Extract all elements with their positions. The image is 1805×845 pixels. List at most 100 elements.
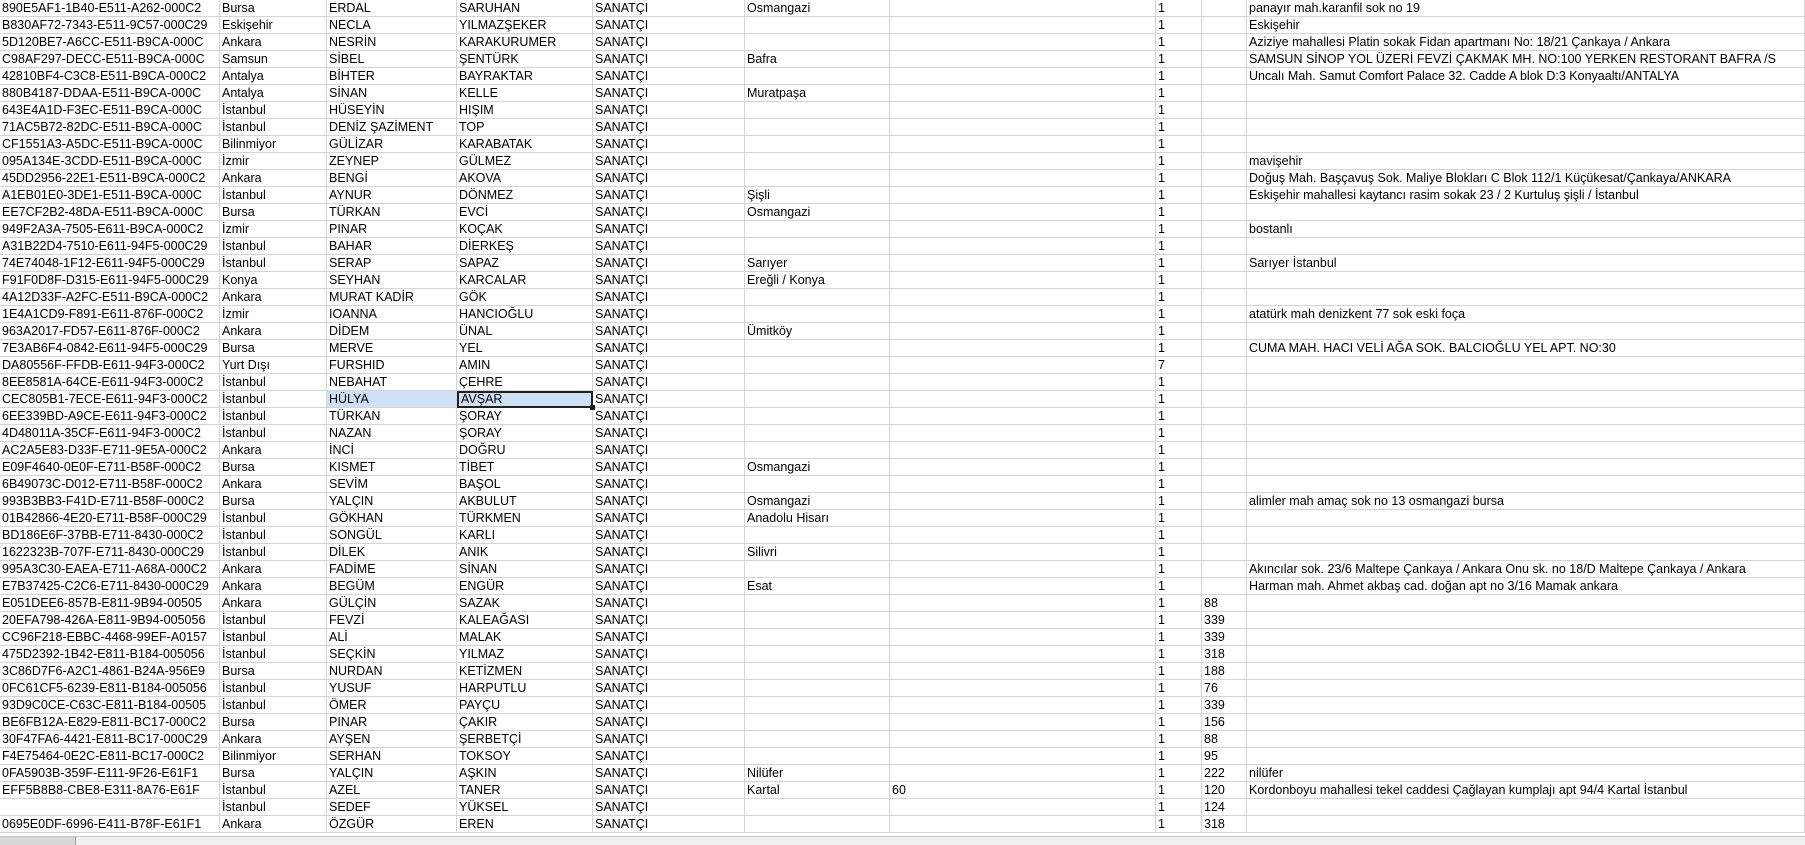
table-row[interactable]: 4D48011A-35CF-E611-94F3-000C2 İstanbul NAZ…	[0, 425, 1805, 442]
cell-count[interactable]: 1	[1156, 153, 1202, 170]
table-row[interactable]: AC2A5E83-D33F-E711-9E5A-000C2 Ankara İNCİ D…	[0, 442, 1805, 459]
cell-id[interactable]: A1EB01E0-3DE1-E511-B9CA-000C	[0, 187, 220, 204]
cell-code[interactable]	[890, 374, 1156, 391]
cell-number[interactable]	[1202, 272, 1247, 289]
cell-number[interactable]	[1202, 510, 1247, 527]
cell-first-name[interactable]: MURAT KADİR	[327, 289, 457, 306]
cell-number[interactable]: 88	[1202, 595, 1247, 612]
cell-profession[interactable]: SANATÇI	[593, 765, 745, 782]
cell-number[interactable]	[1202, 255, 1247, 272]
table-row[interactable]: 095A134E-3CDD-E511-B9CA-000C İzmir ZEYNEP G…	[0, 153, 1805, 170]
cell-id[interactable]: 995A3C30-EAEA-E711-A68A-000C2	[0, 561, 220, 578]
cell-count[interactable]: 1	[1156, 340, 1202, 357]
cell-number[interactable]: 222	[1202, 765, 1247, 782]
cell-district[interactable]	[745, 748, 890, 765]
cell-count[interactable]: 1	[1156, 170, 1202, 187]
cell-profession[interactable]: SANATÇI	[593, 595, 745, 612]
cell-first-name[interactable]: TÜRKAN	[327, 408, 457, 425]
cell-last-name[interactable]: TOP	[457, 119, 593, 136]
cell-profession[interactable]: SANATÇI	[593, 85, 745, 102]
cell-grid[interactable]: 890E5AF1-1B40-E511-A262-000C2 Bursa ERDAL S…	[0, 0, 1805, 833]
cell-last-name[interactable]: TOKSOY	[457, 748, 593, 765]
cell-district[interactable]	[745, 170, 890, 187]
cell-code[interactable]	[890, 612, 1156, 629]
cell-profession[interactable]: SANATÇI	[593, 255, 745, 272]
table-row[interactable]: 1622323B-707F-E711-8430-000C29 İstanbul Dİ…	[0, 544, 1805, 561]
cell-first-name[interactable]: FADİME	[327, 561, 457, 578]
cell-last-name[interactable]: ANIK	[457, 544, 593, 561]
cell-profession[interactable]: SANATÇI	[593, 221, 745, 238]
cell-district[interactable]	[745, 476, 890, 493]
table-row[interactable]: 42810BF4-C3C8-E511-B9CA-000C2 Antalya BİHT…	[0, 68, 1805, 85]
cell-address[interactable]	[1247, 680, 1805, 697]
cell-count[interactable]: 1	[1156, 51, 1202, 68]
table-row[interactable]: 8EE8581A-64CE-E611-94F3-000C2 İstanbul NEB…	[0, 374, 1805, 391]
cell-address[interactable]: Uncalı Mah. Samut Comfort Palace 32. Cad…	[1247, 68, 1805, 85]
table-row[interactable]: 4A12D33F-A2FC-E511-B9CA-000C2 Ankara MURAT…	[0, 289, 1805, 306]
cell-last-name[interactable]: AŞKIN	[457, 765, 593, 782]
cell-address[interactable]	[1247, 425, 1805, 442]
cell-profession[interactable]: SANATÇI	[593, 102, 745, 119]
cell-first-name[interactable]: NESRİN	[327, 34, 457, 51]
cell-count[interactable]: 1	[1156, 578, 1202, 595]
cell-code[interactable]	[890, 153, 1156, 170]
cell-first-name[interactable]: BENGİ	[327, 170, 457, 187]
cell-district[interactable]	[745, 17, 890, 34]
cell-district[interactable]: Ümitköy	[745, 323, 890, 340]
cell-last-name[interactable]: YEL	[457, 340, 593, 357]
cell-profession[interactable]: SANATÇI	[593, 816, 745, 833]
cell-id[interactable]: EE7CF2B2-48DA-E511-B9CA-000C	[0, 204, 220, 221]
cell-profession[interactable]: SANATÇI	[593, 731, 745, 748]
table-row[interactable]: 643E4A1D-F3EC-E511-B9CA-000C İstanbul HÜSE…	[0, 102, 1805, 119]
cell-district[interactable]	[745, 119, 890, 136]
cell-profession[interactable]: SANATÇI	[593, 612, 745, 629]
cell-district[interactable]: Osmangazi	[745, 204, 890, 221]
cell-last-name[interactable]: ŞORAY	[457, 408, 593, 425]
cell-profession[interactable]: SANATÇI	[593, 238, 745, 255]
cell-code[interactable]	[890, 476, 1156, 493]
cell-code[interactable]	[890, 714, 1156, 731]
cell-number[interactable]	[1202, 459, 1247, 476]
cell-first-name[interactable]: YUSUF	[327, 680, 457, 697]
cell-code[interactable]	[890, 561, 1156, 578]
cell-district[interactable]	[745, 612, 890, 629]
cell-id[interactable]: B830AF72-7343-E511-9C57-000C29	[0, 17, 220, 34]
cell-city[interactable]: Samsun	[220, 51, 327, 68]
cell-profession[interactable]: SANATÇI	[593, 51, 745, 68]
cell-profession[interactable]: SANATÇI	[593, 646, 745, 663]
cell-number[interactable]: 339	[1202, 629, 1247, 646]
cell-district[interactable]	[745, 289, 890, 306]
cell-city[interactable]: İstanbul	[220, 680, 327, 697]
cell-last-name[interactable]: HARPUTLU	[457, 680, 593, 697]
cell-code[interactable]	[890, 68, 1156, 85]
cell-first-name[interactable]: PINAR	[327, 714, 457, 731]
cell-address[interactable]	[1247, 714, 1805, 731]
cell-count[interactable]: 1	[1156, 85, 1202, 102]
cell-profession[interactable]: SANATÇI	[593, 663, 745, 680]
cell-last-name[interactable]: SAPAZ	[457, 255, 593, 272]
cell-district[interactable]	[745, 442, 890, 459]
cell-district[interactable]	[745, 697, 890, 714]
table-row[interactable]: 0FA5903B-359F-E111-9F26-E61F1 Bursa YALÇIN…	[0, 765, 1805, 782]
cell-first-name[interactable]: SEÇKİN	[327, 646, 457, 663]
cell-count[interactable]: 1	[1156, 748, 1202, 765]
cell-count[interactable]: 1	[1156, 272, 1202, 289]
cell-code[interactable]	[890, 136, 1156, 153]
cell-last-name[interactable]: AKBULUT	[457, 493, 593, 510]
cell-last-name[interactable]: TÜRKMEN	[457, 510, 593, 527]
cell-first-name[interactable]: KISMET	[327, 459, 457, 476]
cell-district[interactable]: Osmangazi	[745, 459, 890, 476]
cell-code[interactable]	[890, 238, 1156, 255]
cell-count[interactable]: 1	[1156, 391, 1202, 408]
cell-first-name[interactable]: AYNUR	[327, 187, 457, 204]
cell-city[interactable]: Konya	[220, 272, 327, 289]
cell-first-name[interactable]: BAHAR	[327, 238, 457, 255]
cell-code[interactable]	[890, 0, 1156, 17]
cell-id[interactable]: 0FA5903B-359F-E111-9F26-E61F1	[0, 765, 220, 782]
cell-profession[interactable]: SANATÇI	[593, 374, 745, 391]
cell-code[interactable]	[890, 221, 1156, 238]
cell-number[interactable]	[1202, 136, 1247, 153]
cell-address[interactable]: Kordonboyu mahallesi tekel caddesi Çağla…	[1247, 782, 1805, 799]
cell-district[interactable]: Bafra	[745, 51, 890, 68]
cell-number[interactable]	[1202, 0, 1247, 17]
